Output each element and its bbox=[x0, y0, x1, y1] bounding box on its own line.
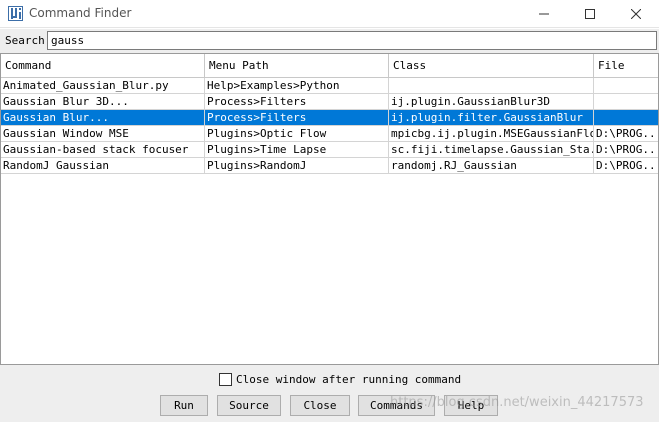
cell-file: D:\PROG... bbox=[596, 159, 659, 172]
cell-file: D:\PROG... bbox=[596, 143, 659, 156]
cell-class: mpicbg.ij.plugin.MSEGaussianFlow bbox=[391, 126, 594, 141]
window-title: Command Finder bbox=[29, 6, 132, 20]
cell-file bbox=[594, 94, 658, 109]
cell-command: Gaussian-based stack focuser bbox=[1, 142, 205, 157]
table-row-selected[interactable]: Gaussian Blur... Process>Filters ij.plug… bbox=[1, 110, 658, 126]
dialog-body: Search: Command Menu Path Class File Ani… bbox=[0, 29, 659, 422]
table-body: Animated_Gaussian_Blur.py Help>Examples>… bbox=[1, 78, 659, 174]
column-header-file[interactable]: File bbox=[594, 54, 658, 78]
close-after-run-option[interactable]: Close window after running command bbox=[219, 371, 461, 387]
cell-command: Gaussian Blur... bbox=[1, 110, 205, 125]
cell-class bbox=[389, 78, 594, 93]
column-header-class[interactable]: Class bbox=[389, 54, 594, 78]
maximize-icon bbox=[585, 9, 595, 19]
table-row[interactable]: Gaussian Blur 3D... Process>Filters ij.p… bbox=[1, 94, 658, 110]
help-button[interactable]: Help bbox=[444, 395, 498, 416]
cell-menu-path: Process>Filters bbox=[205, 94, 389, 109]
cell-class: ij.plugin.filter.GaussianBlur bbox=[389, 110, 594, 125]
search-label: Search: bbox=[5, 34, 52, 47]
cell-command: Gaussian Window MSE bbox=[1, 126, 205, 141]
commands-button[interactable]: Commands bbox=[358, 395, 435, 416]
run-button[interactable]: Run bbox=[160, 395, 208, 416]
close-after-run-label: Close window after running command bbox=[236, 372, 462, 386]
cell-class: ij.plugin.GaussianBlur3D bbox=[389, 94, 594, 109]
table-row[interactable]: RandomJ Gaussian Plugins>RandomJ randomj… bbox=[1, 158, 659, 174]
cell-menu-path: Plugins>Time Lapse bbox=[205, 142, 389, 157]
cell-file bbox=[594, 78, 658, 93]
table-row[interactable]: Gaussian Window MSE Plugins>Optic Flow m… bbox=[1, 126, 659, 142]
table-row[interactable]: Gaussian-based stack focuser Plugins>Tim… bbox=[1, 142, 659, 158]
cell-menu-path: Help>Examples>Python bbox=[205, 78, 389, 93]
close-after-run-checkbox[interactable] bbox=[219, 372, 232, 386]
cell-menu-path: Plugins>Optic Flow bbox=[205, 126, 389, 141]
title-bar: Command Finder bbox=[0, 0, 659, 28]
column-header-command[interactable]: Command bbox=[1, 54, 205, 78]
minimize-icon bbox=[539, 13, 549, 15]
imagej-icon bbox=[8, 6, 23, 21]
cell-menu-path: Plugins>RandomJ bbox=[205, 158, 389, 173]
cell-file: D:\PROG... bbox=[596, 127, 659, 140]
close-button[interactable]: Close bbox=[290, 395, 350, 416]
column-header-menu-path[interactable]: Menu Path bbox=[205, 54, 389, 78]
cell-class: randomj.RJ_Gaussian bbox=[389, 158, 594, 173]
table-row[interactable]: Animated_Gaussian_Blur.py Help>Examples>… bbox=[1, 78, 658, 94]
cell-command: Gaussian Blur 3D... bbox=[1, 94, 205, 109]
cell-command: Animated_Gaussian_Blur.py bbox=[1, 78, 205, 93]
source-button[interactable]: Source bbox=[217, 395, 281, 416]
cell-command: RandomJ Gaussian bbox=[1, 158, 205, 173]
command-table[interactable]: Command Menu Path Class File Animated_Ga… bbox=[0, 53, 659, 365]
close-window-button[interactable] bbox=[613, 0, 659, 28]
search-input[interactable] bbox=[47, 31, 657, 50]
maximize-button[interactable] bbox=[567, 0, 613, 28]
cell-class: sc.fiji.timelapse.Gaussian_Sta... bbox=[391, 142, 594, 157]
table-header: Command Menu Path Class File bbox=[1, 54, 658, 78]
cell-menu-path: Process>Filters bbox=[205, 110, 389, 125]
minimize-button[interactable] bbox=[521, 0, 567, 28]
close-icon bbox=[631, 9, 641, 19]
cell-file bbox=[594, 110, 658, 125]
